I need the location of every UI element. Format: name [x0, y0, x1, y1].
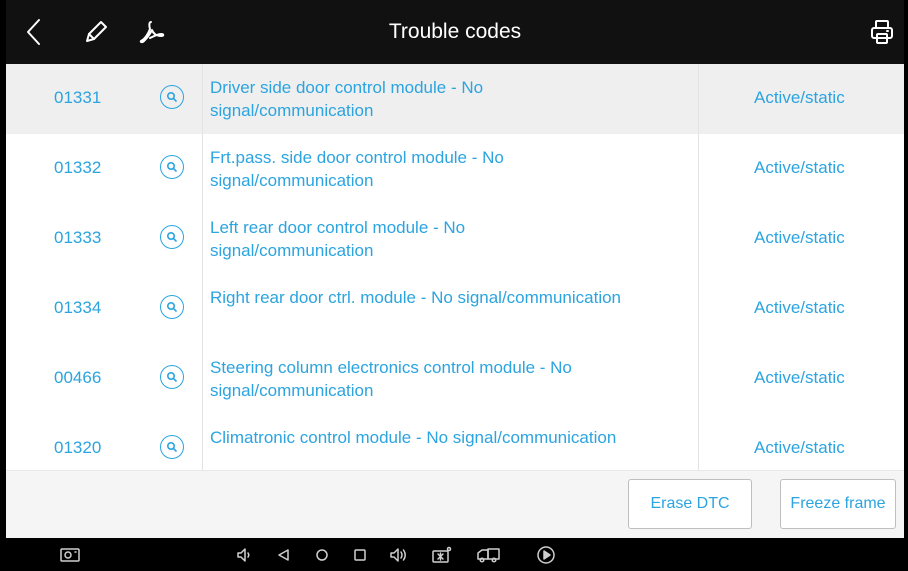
dtc-description: Climatronic control module - No signal/c…: [210, 428, 617, 447]
column-divider: [698, 64, 699, 134]
column-divider: [202, 414, 203, 470]
home-icon[interactable]: [312, 545, 332, 565]
play-icon[interactable]: [536, 545, 556, 565]
system-nav-bar: [6, 538, 904, 571]
dtc-code: 01320: [54, 438, 102, 457]
table-row[interactable]: 01320 Climatronic control module - No si…: [6, 414, 904, 470]
dtc-status: Active/static: [754, 88, 845, 107]
column-divider: [698, 344, 699, 414]
table-row[interactable]: 01332 Frt.pass. side door control module…: [6, 134, 904, 205]
dtc-code: 01334: [54, 298, 102, 317]
freeze-frame-button[interactable]: Freeze frame: [780, 479, 896, 529]
dtc-description: Steering column electronics control modu…: [210, 358, 572, 400]
column-divider: [698, 414, 699, 470]
column-divider: [202, 204, 203, 274]
volume-up-icon[interactable]: [388, 545, 408, 565]
truck-icon[interactable]: [476, 545, 502, 565]
back-nav-icon[interactable]: [274, 545, 294, 565]
dtc-description: Driver side door control module - No sig…: [210, 78, 484, 120]
dtc-description: Right rear door ctrl. module - No signal…: [210, 288, 622, 307]
dtc-description: Frt.pass. side door control module - No …: [210, 148, 504, 190]
column-divider: [202, 274, 203, 344]
column-divider: [698, 274, 699, 344]
column-divider: [698, 134, 699, 204]
dtc-status: Active/static: [754, 298, 845, 317]
app-window: Trouble codes 01331 Driver side door con…: [6, 0, 904, 571]
page-title: Trouble codes: [388, 20, 522, 43]
table-row[interactable]: 01331 Driver side door control module - …: [6, 64, 904, 135]
trouble-code-list[interactable]: 01331 Driver side door control module - …: [6, 64, 904, 470]
column-divider: [202, 344, 203, 414]
volume-down-icon[interactable]: [234, 545, 254, 565]
vci-icon[interactable]: [430, 545, 454, 565]
column-divider: [202, 134, 203, 204]
search-icon[interactable]: [160, 225, 184, 249]
table-row[interactable]: 01333 Left rear door control module - No…: [6, 204, 904, 275]
table-row[interactable]: 00466 Steering column electronics contro…: [6, 344, 904, 415]
search-icon[interactable]: [160, 85, 184, 109]
erase-dtc-button[interactable]: Erase DTC: [628, 479, 752, 529]
dtc-code: 00466: [54, 368, 102, 387]
column-divider: [698, 204, 699, 274]
search-icon[interactable]: [160, 435, 184, 459]
dtc-status: Active/static: [754, 228, 845, 247]
dtc-code: 01331: [54, 88, 102, 107]
table-row[interactable]: 01334 Right rear door ctrl. module - No …: [6, 274, 904, 345]
action-bar: Erase DTC Freeze frame: [6, 470, 904, 539]
screenshot-icon[interactable]: [58, 545, 82, 565]
dtc-status: Active/static: [754, 158, 845, 177]
search-icon[interactable]: [160, 155, 184, 179]
dtc-status: Active/static: [754, 368, 845, 387]
search-icon[interactable]: [160, 295, 184, 319]
column-divider: [202, 64, 203, 134]
dtc-status: Active/static: [754, 438, 845, 457]
dtc-code: 01332: [54, 158, 102, 177]
dtc-code: 01333: [54, 228, 102, 247]
top-bar: Trouble codes: [6, 0, 904, 64]
dtc-description: Left rear door control module - No signa…: [210, 218, 466, 260]
search-icon[interactable]: [160, 365, 184, 389]
print-icon[interactable]: [864, 14, 900, 50]
recents-icon[interactable]: [350, 545, 370, 565]
